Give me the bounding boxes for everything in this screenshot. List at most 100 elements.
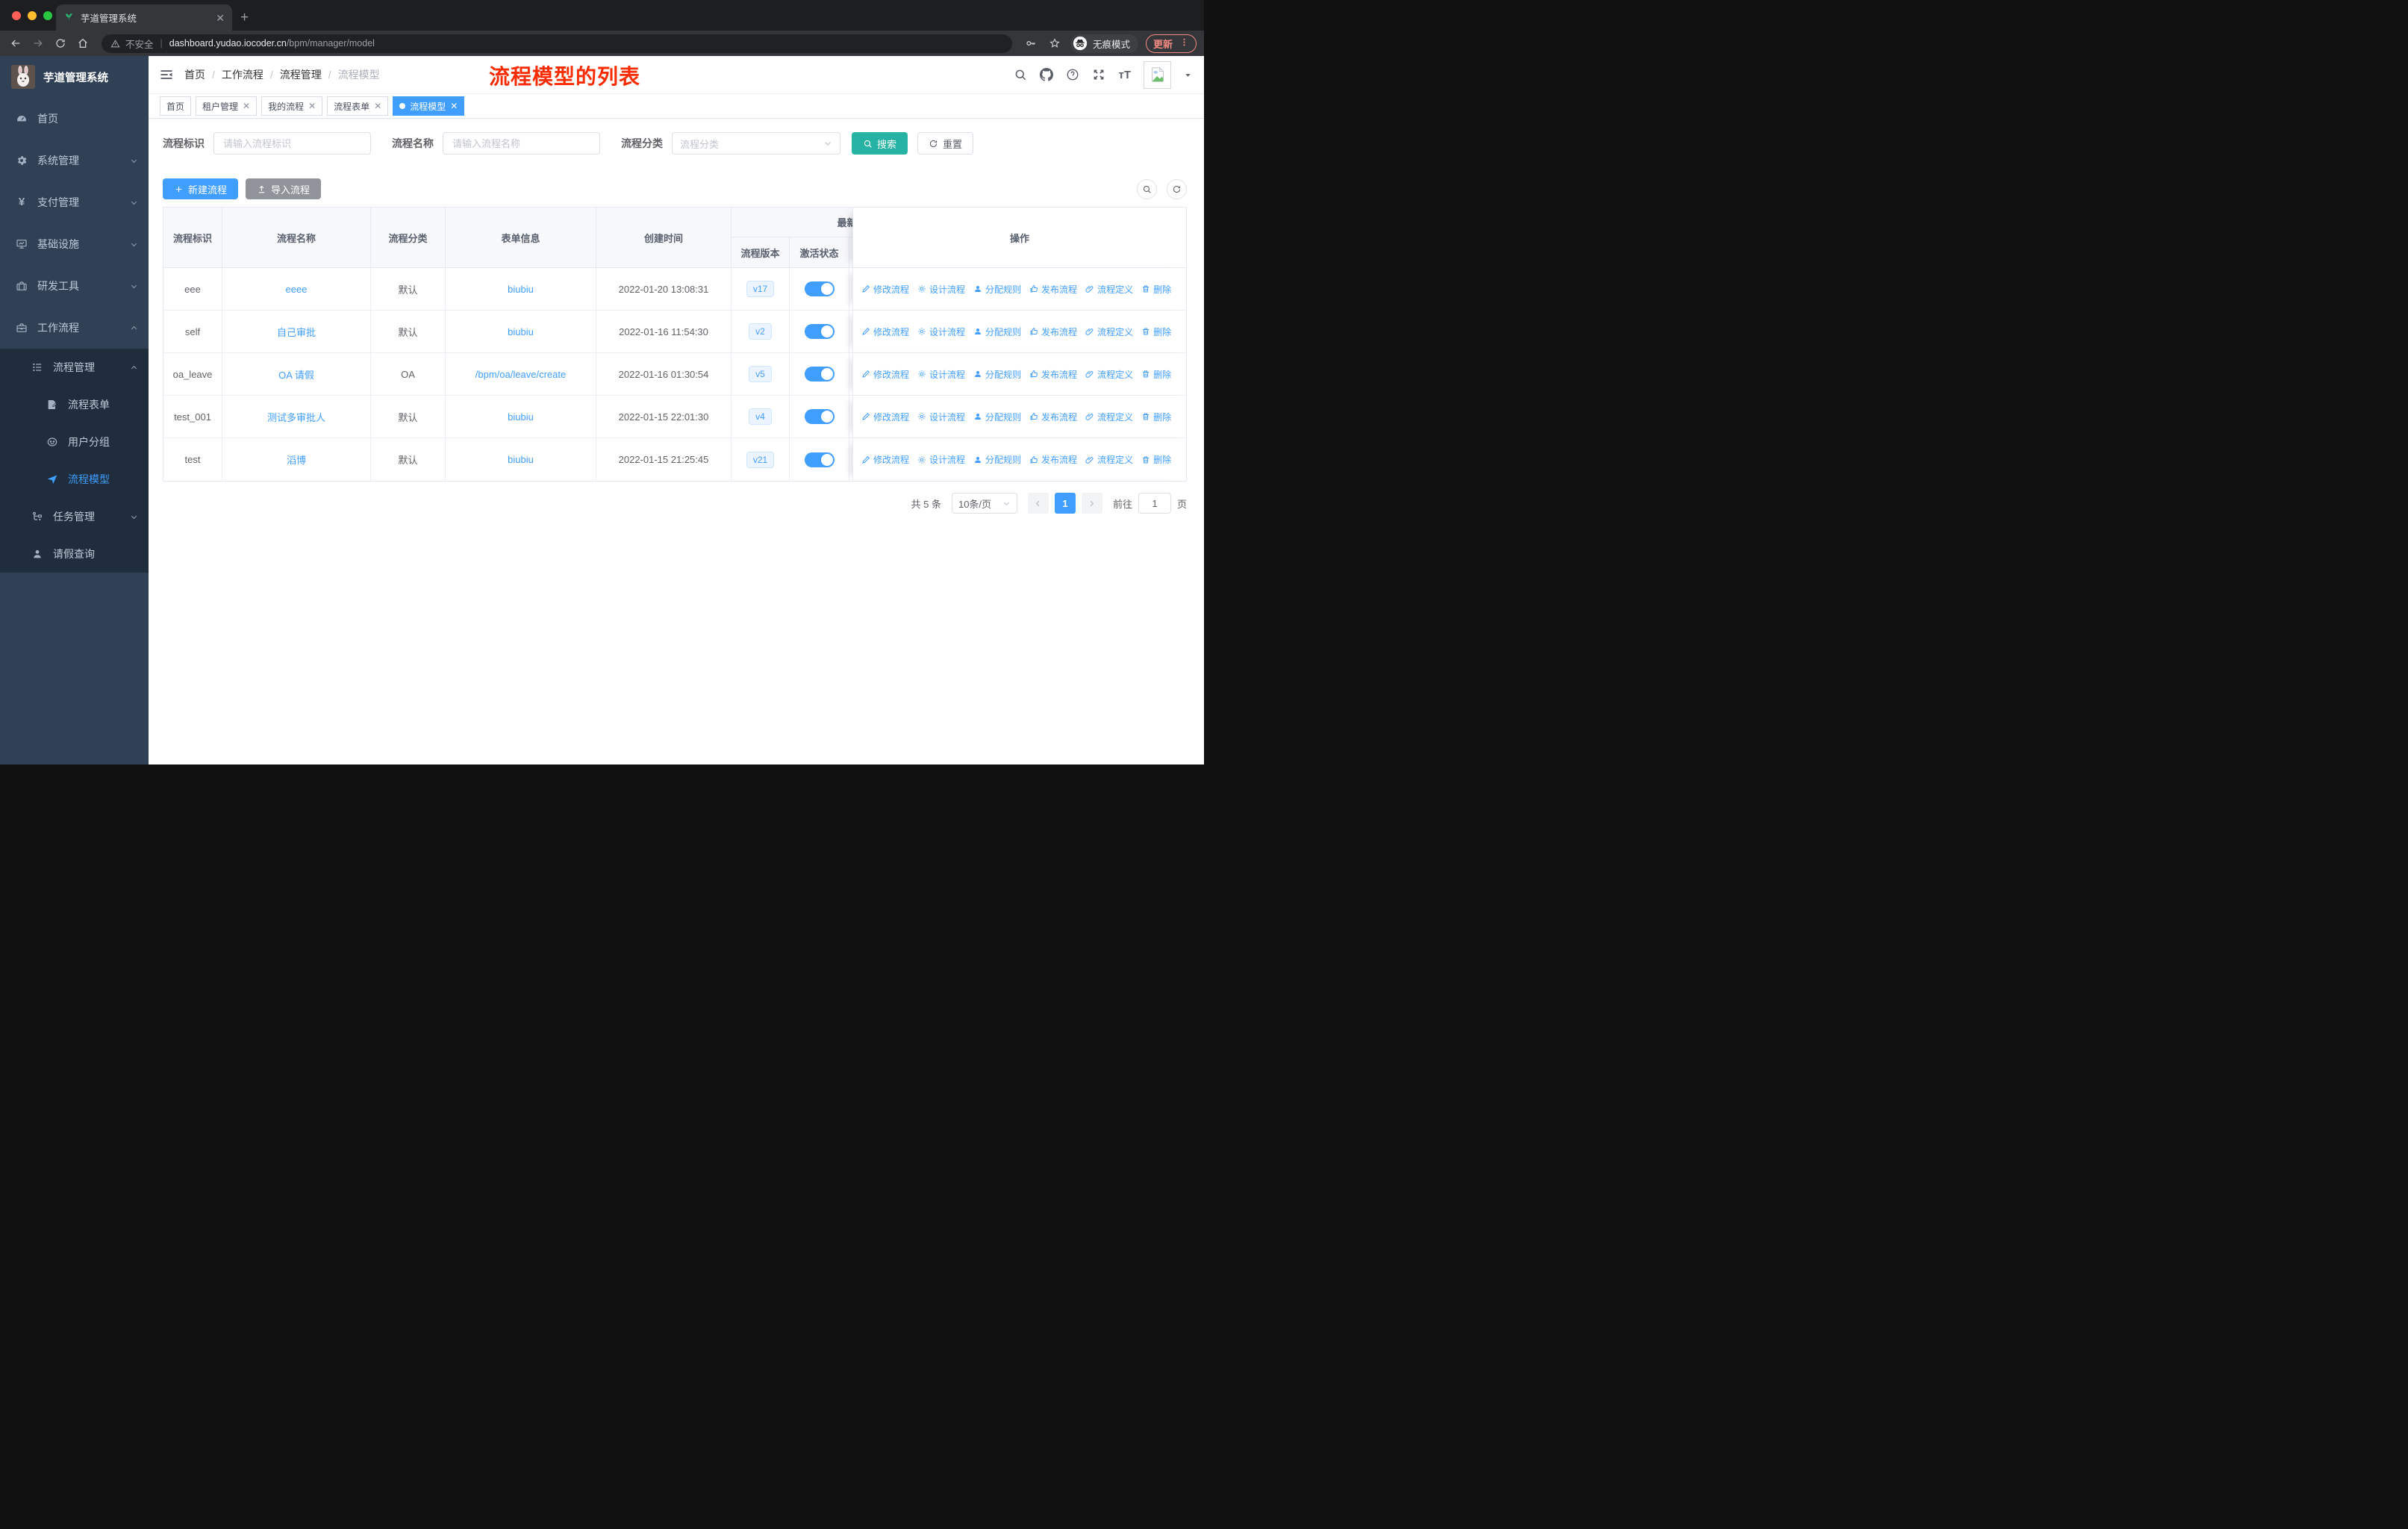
sidebar-item-devtools[interactable]: 研发工具 <box>0 265 149 307</box>
breadcrumb-process-manage[interactable]: 流程管理 <box>280 67 322 82</box>
bookmark-star-icon[interactable] <box>1047 37 1063 49</box>
forward-icon[interactable] <box>30 37 46 49</box>
form-info-link[interactable]: biubiu <box>508 454 534 465</box>
key-icon[interactable] <box>1023 37 1039 49</box>
sidebar-item-workflow[interactable]: 工作流程 <box>0 307 149 349</box>
avatar[interactable] <box>1144 60 1171 89</box>
action-deploy-link[interactable]: 发布流程 <box>1029 326 1077 338</box>
refresh-button[interactable] <box>1167 178 1187 199</box>
show-search-button[interactable] <box>1137 178 1157 199</box>
github-icon[interactable] <box>1040 68 1054 81</box>
close-icon[interactable]: ✕ <box>243 102 250 110</box>
action-delete-link[interactable]: 删除 <box>1141 326 1171 338</box>
sidebar-item-leave-query[interactable]: 请假查询 <box>0 535 149 573</box>
close-icon[interactable]: ✕ <box>450 102 458 110</box>
next-page-button[interactable] <box>1081 493 1102 514</box>
active-toggle[interactable] <box>804 281 835 296</box>
form-info-link[interactable]: /bpm/oa/leave/create <box>475 369 566 380</box>
action-deploy-link[interactable]: 发布流程 <box>1029 283 1077 296</box>
help-icon[interactable] <box>1066 68 1079 81</box>
browser-menu-icon[interactable] <box>1179 37 1189 49</box>
action-deploy-link[interactable]: 发布流程 <box>1029 453 1077 466</box>
close-icon[interactable]: ✕ <box>374 102 381 110</box>
caret-down-icon[interactable] <box>1184 71 1192 79</box>
action-edit-link[interactable]: 修改流程 <box>861 368 909 381</box>
sidebar-collapse-icon[interactable] <box>159 67 174 82</box>
security-warning-icon[interactable] <box>110 39 120 49</box>
process-name-link[interactable]: 滔博 <box>287 452 306 467</box>
action-edit-link[interactable]: 修改流程 <box>861 453 909 466</box>
search-icon[interactable] <box>1014 68 1027 81</box>
create-process-button[interactable]: 新建流程 <box>163 178 239 199</box>
breadcrumb-workflow[interactable]: 工作流程 <box>222 67 263 82</box>
goto-page-input[interactable] <box>1138 493 1171 514</box>
active-toggle[interactable] <box>804 409 835 424</box>
action-deploy-link[interactable]: 发布流程 <box>1029 411 1077 423</box>
import-process-button[interactable]: 导入流程 <box>246 178 322 199</box>
form-info-link[interactable]: biubiu <box>508 284 534 295</box>
sidebar-item-task-manage[interactable]: 任务管理 <box>0 498 149 535</box>
sidebar-item-infra[interactable]: 基础设施 <box>0 223 149 265</box>
reload-icon[interactable] <box>52 37 69 49</box>
action-design-link[interactable]: 设计流程 <box>917 326 965 338</box>
tab-close-icon[interactable]: ✕ <box>216 13 225 23</box>
action-assign-link[interactable]: 分配规则 <box>973 368 1021 381</box>
action-deploy-link[interactable]: 发布流程 <box>1029 368 1077 381</box>
active-toggle[interactable] <box>804 367 835 382</box>
active-toggle[interactable] <box>804 452 835 467</box>
process-category-select[interactable]: 流程分类 <box>672 132 840 155</box>
sidebar-item-home[interactable]: 首页 <box>0 98 149 140</box>
minimize-window-button[interactable] <box>28 11 37 20</box>
tag-tenant[interactable]: 租户管理 ✕ <box>196 96 258 116</box>
tag-my-process[interactable]: 我的流程 ✕ <box>261 96 323 116</box>
sidebar-item-process-manage[interactable]: 流程管理 <box>0 349 149 386</box>
breadcrumb-home[interactable]: 首页 <box>184 67 205 82</box>
new-tab-button[interactable]: + <box>240 10 249 26</box>
window-controls[interactable] <box>12 11 52 20</box>
action-edit-link[interactable]: 修改流程 <box>861 411 909 423</box>
sidebar-item-payment[interactable]: ¥ 支付管理 <box>0 181 149 223</box>
tag-process-form[interactable]: 流程表单 ✕ <box>327 96 389 116</box>
action-definition-link[interactable]: 流程定义 <box>1085 283 1133 296</box>
action-definition-link[interactable]: 流程定义 <box>1085 326 1133 338</box>
action-edit-link[interactable]: 修改流程 <box>861 326 909 338</box>
address-bar[interactable]: 不安全 | dashboard.yudao.iocoder.cn/bpm/man… <box>102 34 1012 53</box>
home-icon[interactable] <box>75 37 91 49</box>
action-assign-link[interactable]: 分配规则 <box>973 283 1021 296</box>
process-name-link[interactable]: OA 请假 <box>278 367 314 382</box>
close-window-button[interactable] <box>12 11 21 20</box>
action-assign-link[interactable]: 分配规则 <box>973 411 1021 423</box>
sidebar-item-user-group[interactable]: 用户分组 <box>0 423 149 461</box>
action-delete-link[interactable]: 删除 <box>1141 283 1171 296</box>
active-toggle[interactable] <box>804 324 835 339</box>
action-assign-link[interactable]: 分配规则 <box>973 453 1021 466</box>
sidebar-item-system[interactable]: 系统管理 <box>0 140 149 181</box>
tag-home[interactable]: 首页 <box>160 96 192 116</box>
browser-tab[interactable]: 芋道管理系统 ✕ <box>56 4 232 31</box>
action-delete-link[interactable]: 删除 <box>1141 411 1171 423</box>
browser-update-button[interactable]: 更新 <box>1145 34 1197 53</box>
search-button[interactable]: 搜索 <box>852 132 908 155</box>
action-design-link[interactable]: 设计流程 <box>917 368 965 381</box>
action-definition-link[interactable]: 流程定义 <box>1085 453 1133 466</box>
action-definition-link[interactable]: 流程定义 <box>1085 411 1133 423</box>
reset-button[interactable]: 重置 <box>917 132 974 155</box>
action-definition-link[interactable]: 流程定义 <box>1085 368 1133 381</box>
back-icon[interactable] <box>7 37 24 49</box>
process-name-link[interactable]: 自己审批 <box>277 325 316 339</box>
sidebar-item-process-form[interactable]: 流程表单 <box>0 386 149 423</box>
prev-page-button[interactable] <box>1027 493 1049 514</box>
action-edit-link[interactable]: 修改流程 <box>861 283 909 296</box>
page-number-button[interactable]: 1 <box>1054 493 1076 514</box>
fullscreen-icon[interactable] <box>1092 68 1105 81</box>
action-delete-link[interactable]: 删除 <box>1141 368 1171 381</box>
form-info-link[interactable]: biubiu <box>508 411 534 423</box>
page-size-select[interactable]: 10条/页 <box>951 493 1017 514</box>
tag-process-model[interactable]: 流程模型 ✕ <box>393 96 465 116</box>
process-key-input[interactable] <box>213 132 371 155</box>
process-name-link[interactable]: 测试多审批人 <box>267 410 325 424</box>
action-design-link[interactable]: 设计流程 <box>917 283 965 296</box>
action-design-link[interactable]: 设计流程 <box>917 453 965 466</box>
process-name-link[interactable]: eeee <box>286 284 308 295</box>
close-icon[interactable]: ✕ <box>308 102 316 110</box>
